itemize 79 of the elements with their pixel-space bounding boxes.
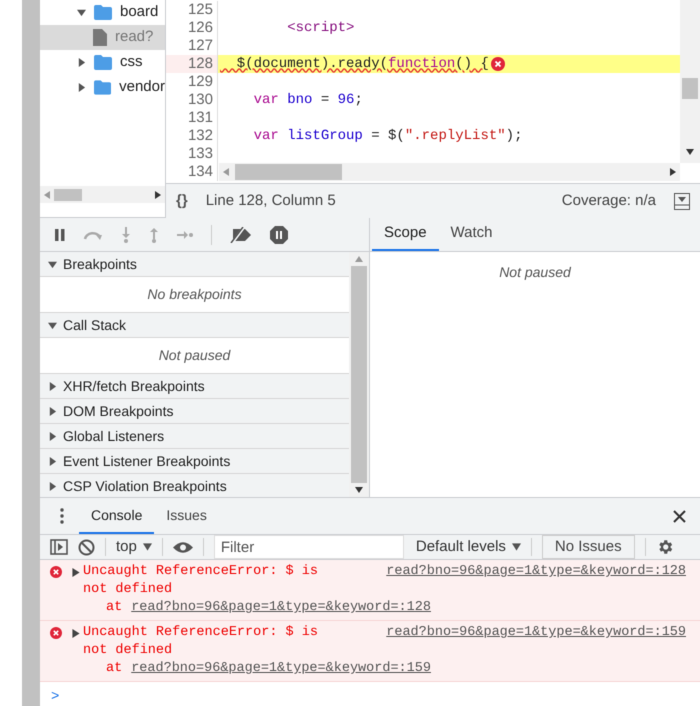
deactivate-breakpoints-icon[interactable] bbox=[230, 226, 252, 242]
caret-icon bbox=[142, 543, 152, 551]
line-number: 125 bbox=[166, 1, 218, 19]
context-selector[interactable]: top bbox=[116, 536, 152, 558]
empty-message: No breakpoints bbox=[147, 285, 242, 304]
sidebar-tab[interactable]: Watch bbox=[438, 218, 504, 251]
section-arrow-icon[interactable] bbox=[48, 320, 57, 330]
sidebar-toggle-icon[interactable] bbox=[50, 539, 68, 555]
stack-link[interactable]: read?bno=96&page=1&type=&keyword=:128 bbox=[131, 599, 431, 617]
drawer-tab[interactable]: Issues bbox=[154, 498, 219, 534]
folder-icon bbox=[94, 5, 112, 20]
section-arrow-icon[interactable] bbox=[48, 382, 57, 390]
stack-text: at bbox=[106, 599, 122, 617]
horizontal-scrollbar[interactable] bbox=[40, 186, 165, 203]
line-number: 132 bbox=[166, 127, 218, 145]
empty-message: Not paused bbox=[499, 263, 571, 282]
code-line: var bno = 96; bbox=[252, 91, 364, 109]
section-arrow-icon[interactable] bbox=[48, 260, 57, 268]
coverage-text: Coverage: n/a bbox=[562, 190, 656, 211]
empty-message: Not paused bbox=[158, 346, 230, 365]
source-link[interactable]: read?bno=96&page=1&type=&keyword=:128 bbox=[386, 563, 686, 599]
tree-label: css bbox=[120, 52, 142, 72]
tree-item[interactable]: vendor bbox=[40, 75, 165, 100]
expand-arrow-icon[interactable] bbox=[72, 629, 80, 638]
expand-arrow-icon[interactable] bbox=[72, 568, 80, 577]
scrollbar-thumb[interactable] bbox=[235, 164, 342, 180]
close-icon[interactable] bbox=[673, 510, 686, 522]
error-icon bbox=[50, 566, 62, 578]
code-line: <script> bbox=[286, 19, 356, 37]
section-arrow-icon[interactable] bbox=[48, 456, 57, 466]
pause-on-exceptions-icon[interactable] bbox=[270, 226, 288, 244]
expand-arrow-icon[interactable] bbox=[77, 83, 86, 92]
line-number: 130 bbox=[166, 91, 218, 109]
drawer-toggle-icon[interactable] bbox=[674, 192, 690, 210]
file-icon bbox=[93, 29, 107, 46]
expand-arrow-icon[interactable] bbox=[77, 8, 86, 17]
scroll-right-icon[interactable] bbox=[155, 190, 161, 198]
folder-icon bbox=[94, 80, 112, 95]
scroll-down-icon[interactable] bbox=[686, 149, 694, 155]
pause-icon[interactable] bbox=[55, 228, 65, 240]
section-arrow-icon[interactable] bbox=[48, 482, 57, 490]
vertical-scrollbar[interactable] bbox=[680, 0, 700, 163]
stack-text: at bbox=[106, 660, 122, 678]
line-number: 134 bbox=[166, 163, 218, 181]
scroll-down-icon[interactable] bbox=[355, 487, 363, 493]
code-line: var listGroup = $(".replyList"); bbox=[252, 127, 524, 145]
more-options-icon[interactable] bbox=[60, 508, 64, 524]
clear-console-icon[interactable] bbox=[78, 538, 95, 556]
line-number: 129 bbox=[166, 73, 218, 91]
scrollbar-thumb[interactable] bbox=[54, 188, 82, 200]
expand-arrow-icon[interactable] bbox=[77, 58, 86, 67]
cursor-position: Line 128, Column 5 bbox=[206, 190, 336, 211]
stack-link[interactable]: read?bno=96&page=1&type=&keyword=:159 bbox=[131, 660, 431, 678]
folder-icon bbox=[94, 55, 112, 70]
section-arrow-icon[interactable] bbox=[48, 432, 57, 440]
section-arrow-icon[interactable] bbox=[48, 406, 57, 416]
scrollbar-thumb[interactable] bbox=[351, 266, 367, 483]
tree-item[interactable]: css bbox=[40, 50, 165, 75]
console-prompt[interactable]: > bbox=[51, 689, 60, 705]
tree-label: read? bbox=[115, 27, 154, 48]
line-number: 128 bbox=[166, 55, 218, 73]
pretty-print-icon[interactable]: {} bbox=[176, 190, 188, 212]
caret-icon bbox=[512, 543, 521, 551]
eye-icon[interactable] bbox=[172, 540, 193, 554]
error-icon bbox=[50, 627, 62, 639]
filter-field[interactable]: Filter bbox=[214, 535, 404, 559]
tree-item[interactable]: board bbox=[40, 0, 165, 25]
scroll-right-icon[interactable] bbox=[670, 168, 676, 176]
levels-dropdown[interactable]: Default levels bbox=[416, 536, 521, 558]
line-number: 133 bbox=[166, 145, 218, 163]
tree-label: board bbox=[120, 2, 158, 22]
tree-label: vendor bbox=[119, 77, 165, 98]
issues-button[interactable]: No Issues bbox=[542, 535, 635, 559]
line-number: 126 bbox=[166, 19, 218, 37]
line-number: 131 bbox=[166, 109, 218, 127]
sidebar-tab[interactable]: Scope bbox=[372, 218, 439, 251]
source-link[interactable]: read?bno=96&page=1&type=&keyword=:159 bbox=[386, 624, 686, 660]
horizontal-scrollbar[interactable] bbox=[219, 163, 680, 181]
scrollbar-thumb[interactable] bbox=[682, 78, 698, 99]
